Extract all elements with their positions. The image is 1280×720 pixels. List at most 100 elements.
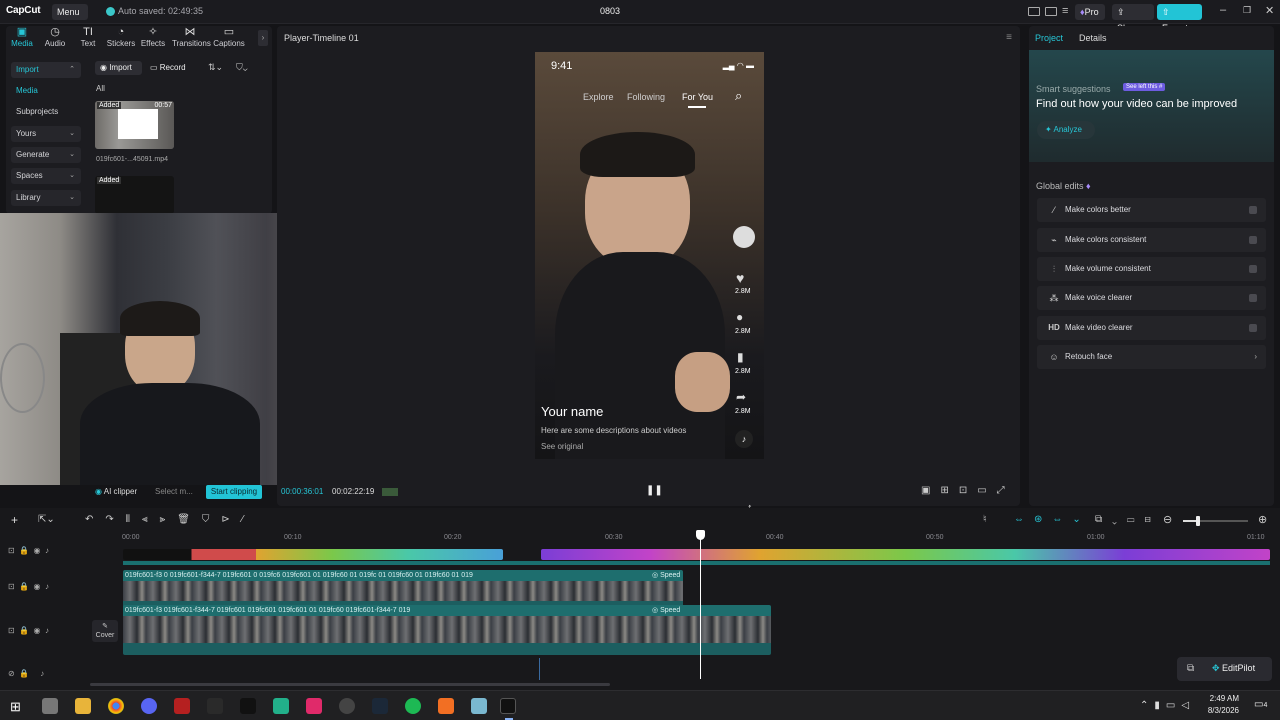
zoom-out-icon[interactable]: ⊖	[1163, 513, 1172, 526]
toggle[interactable]	[1249, 294, 1257, 302]
panel-icon[interactable]	[1045, 7, 1057, 16]
menu-button[interactable]: Menu ⌄	[52, 4, 88, 33]
tab-transitions[interactable]: ⋈ Transitions	[172, 26, 211, 48]
notepad-icon[interactable]	[471, 698, 487, 714]
edit-make-volume-consistent[interactable]: ⫶ Make volume consistent	[1037, 257, 1266, 281]
layout-icon[interactable]	[1028, 7, 1040, 16]
ai-clipper[interactable]: ◉ AI clipper	[95, 487, 137, 496]
clip-waveform	[123, 643, 771, 655]
select-media-input[interactable]: Select m...	[155, 487, 193, 496]
playhead[interactable]	[700, 531, 701, 679]
capcut-active-icon[interactable]	[500, 698, 516, 714]
cover-button[interactable]: ✎ Cover	[92, 620, 118, 642]
track-controls-audio[interactable]: ⊘ 🔒 ♪	[8, 669, 44, 678]
zoom-in-icon[interactable]: ⊕	[1258, 513, 1267, 526]
discord-icon[interactable]	[141, 698, 157, 714]
track-controls-effects[interactable]: ⊡ 🔒 ◉ ♪	[8, 546, 49, 555]
sidenav-import[interactable]: Import ⌃	[11, 62, 81, 78]
tab-text[interactable]: TI Text	[72, 26, 104, 48]
sidenav-subprojects[interactable]: Subprojects	[11, 104, 81, 120]
tab-stickers[interactable]: ◔ Stickers	[105, 26, 137, 48]
windows-start-icon[interactable]: ⊞	[10, 699, 21, 715]
pause-icon[interactable]: ❚❚	[646, 485, 663, 496]
filter-all[interactable]: All	[96, 84, 105, 93]
file-explorer-icon[interactable]	[75, 698, 91, 714]
sidenav-media[interactable]: Media	[11, 83, 81, 99]
spotify-icon[interactable]	[405, 698, 421, 714]
taskview-icon[interactable]	[42, 698, 58, 714]
toggle[interactable]	[1249, 324, 1257, 332]
track-controls-video-main[interactable]: ⊡ 🔒 ◉ ♪	[8, 626, 49, 635]
track-controls-video-1[interactable]: ⊡ 🔒 ◉ ♪	[8, 582, 49, 591]
toggle[interactable]	[1249, 236, 1257, 244]
media-thumbnail-2[interactable]: Added	[95, 176, 174, 214]
share-button[interactable]: ⇪ Share	[1112, 4, 1154, 33]
notification-icon[interactable]: ▭4	[1254, 699, 1267, 710]
start-clipping-button[interactable]: Start clipping	[206, 485, 262, 499]
app-icon[interactable]	[273, 698, 289, 714]
zoom-handle[interactable]	[1196, 516, 1200, 526]
voicemod-icon[interactable]	[174, 698, 190, 714]
effects-clip-2[interactable]	[541, 549, 1270, 560]
edit-retouch-face[interactable]: ☺ Retouch face ›	[1037, 345, 1266, 369]
link-tools[interactable]: ⇔⊛⇔⌄	[1014, 514, 1091, 525]
toggle[interactable]	[1249, 206, 1257, 214]
zoom-slider[interactable]	[1183, 516, 1248, 526]
tab-details[interactable]: Details	[1079, 33, 1107, 43]
sidenav-yours[interactable]: Yours ⌄	[11, 126, 81, 142]
chevron-right-icon[interactable]: ›	[258, 30, 268, 46]
tray-icons[interactable]: ⌃▮▭◁	[1140, 700, 1195, 711]
list-icon[interactable]: ≡	[1062, 5, 1068, 17]
edit-make-colors-consistent[interactable]: ⌁ Make colors consistent	[1037, 228, 1266, 252]
add-track-icon[interactable]: +	[11, 513, 18, 527]
pro-button[interactable]: ♦Pro	[1075, 4, 1105, 20]
editpilot-button[interactable]: ✥ EditPilot	[1212, 663, 1255, 674]
sidenav-library[interactable]: Library ⌄	[11, 190, 81, 206]
soundcloud-icon[interactable]	[438, 698, 454, 714]
tiktok-app-icon[interactable]	[306, 698, 322, 714]
player-tools[interactable]: ▣⊞⊡▭⤢	[921, 485, 1015, 496]
restore-icon[interactable]: ❐	[1243, 5, 1251, 16]
tab-project[interactable]: Project	[1035, 33, 1063, 43]
mic-icon[interactable]: ♮	[983, 514, 987, 525]
minimize-icon[interactable]: –	[1220, 4, 1226, 16]
tab-captions[interactable]: ▭ Captions	[211, 26, 247, 48]
edit-make-video-clearer[interactable]: HD Make video clearer	[1037, 316, 1266, 340]
player-menu-icon[interactable]: ≡	[1006, 32, 1012, 43]
edit-make-colors-better[interactable]: ⁄ Make colors better	[1037, 198, 1266, 222]
feedback-icon[interactable]: ⧉	[1187, 663, 1194, 674]
playhead-handle[interactable]	[696, 530, 705, 540]
view-tools[interactable]: ⧉⌄▭⊟	[1095, 514, 1161, 525]
capcut-icon[interactable]	[240, 698, 256, 714]
project-title: 0803	[600, 6, 621, 16]
clock-date[interactable]: 8/3/2026	[1199, 706, 1239, 715]
epic-games-icon[interactable]	[207, 698, 223, 714]
record-button[interactable]: ▭ Record	[150, 61, 196, 75]
steam-icon[interactable]	[372, 698, 388, 714]
edit-make-voice-clearer[interactable]: ⁂ Make voice clearer	[1037, 286, 1266, 310]
chevron-down-icon: ⌄	[69, 194, 75, 201]
obs-icon[interactable]	[339, 698, 355, 714]
tab-media[interactable]: ▣ Media	[6, 26, 38, 48]
sidenav-spaces[interactable]: Spaces ⌄	[11, 168, 81, 184]
effects-clip[interactable]	[123, 549, 503, 560]
import-button[interactable]: ◉ Import	[95, 61, 142, 75]
filter-icon[interactable]: ⛉⌄	[236, 62, 248, 73]
sidenav-generate[interactable]: Generate ⌄	[11, 147, 81, 163]
export-button[interactable]: ⇧ Export	[1157, 4, 1202, 33]
media-thumbnail[interactable]: Added 00:57	[95, 101, 174, 149]
tab-audio[interactable]: ◷ Audio	[39, 26, 71, 48]
chrome-icon[interactable]	[108, 698, 124, 714]
toggle[interactable]	[1249, 265, 1257, 273]
analyze-button[interactable]: ✦ Analyze	[1037, 121, 1095, 139]
stickers-icon: ◔	[117, 26, 125, 38]
video-clip-1[interactable]: 019fc601-f3 0 019fc601-f344-7 019fc601 0…	[123, 570, 683, 610]
edit-tools[interactable]: ↶↷⫴⫷⫸🗑⛉⊳⁄	[85, 514, 255, 525]
windows-taskbar: ⊞ ⌃▮▭◁ 2:49 AM 8/3/2026 ▭4	[0, 690, 1280, 720]
timeline-scrollbar[interactable]	[90, 683, 610, 686]
clock-time[interactable]: 2:49 AM	[1207, 694, 1239, 703]
tab-effects[interactable]: ✧ Effects	[137, 26, 169, 48]
select-tool-icon[interactable]: ⇱⌄	[38, 514, 55, 525]
sort-icon[interactable]: ⇅⌄	[208, 62, 223, 73]
close-icon[interactable]: ✕	[1265, 4, 1274, 17]
